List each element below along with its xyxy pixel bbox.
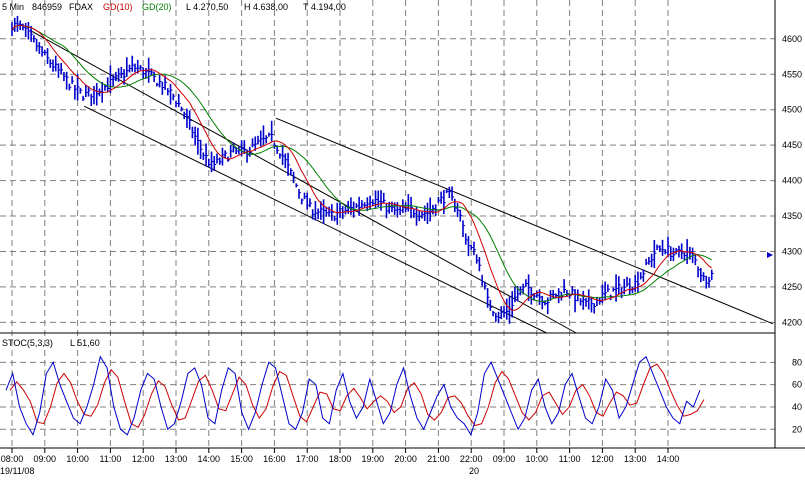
price-tick-label: 4400 <box>782 176 802 186</box>
interval-label: 5 Min <box>2 2 24 12</box>
time-tick-label: 15:00 <box>230 454 253 464</box>
time-tick-label: 16:00 <box>263 454 286 464</box>
time-tick-label: 10:00 <box>526 454 549 464</box>
code-label: 846959 <box>32 2 62 12</box>
price-tick-label: 4200 <box>782 317 802 327</box>
time-tick-label: 18:00 <box>329 454 352 464</box>
time-tick-label: 13:00 <box>165 454 188 464</box>
time-tick-label: 10:00 <box>66 454 89 464</box>
ma10-legend: GD(10) <box>103 2 133 12</box>
symbol-label: FDAX <box>69 2 93 12</box>
time-tick-label: 21:00 <box>427 454 450 464</box>
price-tick-label: 4350 <box>782 211 802 221</box>
low-value: L 4.270,50 <box>186 2 228 12</box>
high-value: H 4.638,00 <box>244 2 288 12</box>
stoch-name: STOC(5,3,3) <box>2 338 53 348</box>
time-tick-label: 12:00 <box>132 454 155 464</box>
chart-canvas: 08:00 09:00 10:00 11:00 12:00 13:00 14:00 15:00… <box>0 0 805 479</box>
time-tick-label: 09:00 <box>34 454 57 464</box>
time-tick-label: 12:00 <box>591 454 614 464</box>
time-tick-label: 20:00 <box>394 454 417 464</box>
stoch-value: L 51,60 <box>70 338 100 348</box>
chart-window: 08:00 09:00 10:00 11:00 12:00 13:00 14:00 15:00… <box>0 0 805 479</box>
price-tick-label: 4500 <box>782 105 802 115</box>
stoch-tick-label: 80 <box>792 357 802 367</box>
stoch-tick-label: 40 <box>792 402 802 412</box>
date-label-start: 19/11/08 <box>0 466 34 476</box>
price-tick-label: 4600 <box>782 34 802 44</box>
time-tick-label: 17:00 <box>296 454 319 464</box>
time-tick-label: 19:00 <box>362 454 385 464</box>
time-tick-label: 14:00 <box>198 454 221 464</box>
price-tick-label: 4450 <box>782 140 802 150</box>
low2-value: T 4.194,00 <box>303 2 346 12</box>
time-tick-label: 11:00 <box>99 454 121 464</box>
stoch-header: STOC(5,3,3) L 51,60 <box>2 338 100 348</box>
date-label-next: 20 <box>469 466 479 476</box>
price-tick-label: 4550 <box>782 69 802 79</box>
time-tick-label: 08:00 <box>1 454 24 464</box>
time-tick-label: 14:00 <box>657 454 680 464</box>
time-tick-label: 09:00 <box>493 454 516 464</box>
time-tick-label: 11:00 <box>559 454 581 464</box>
time-tick-label: 22:00 <box>460 454 483 464</box>
time-tick-label: 13:00 <box>624 454 647 464</box>
stoch-tick-label: 60 <box>792 380 802 390</box>
stoch-tick-label: 20 <box>792 424 802 434</box>
price-tick-label: 4300 <box>782 246 802 256</box>
ma20-legend: GD(20) <box>142 2 172 12</box>
price-tick-label: 4250 <box>782 282 802 292</box>
